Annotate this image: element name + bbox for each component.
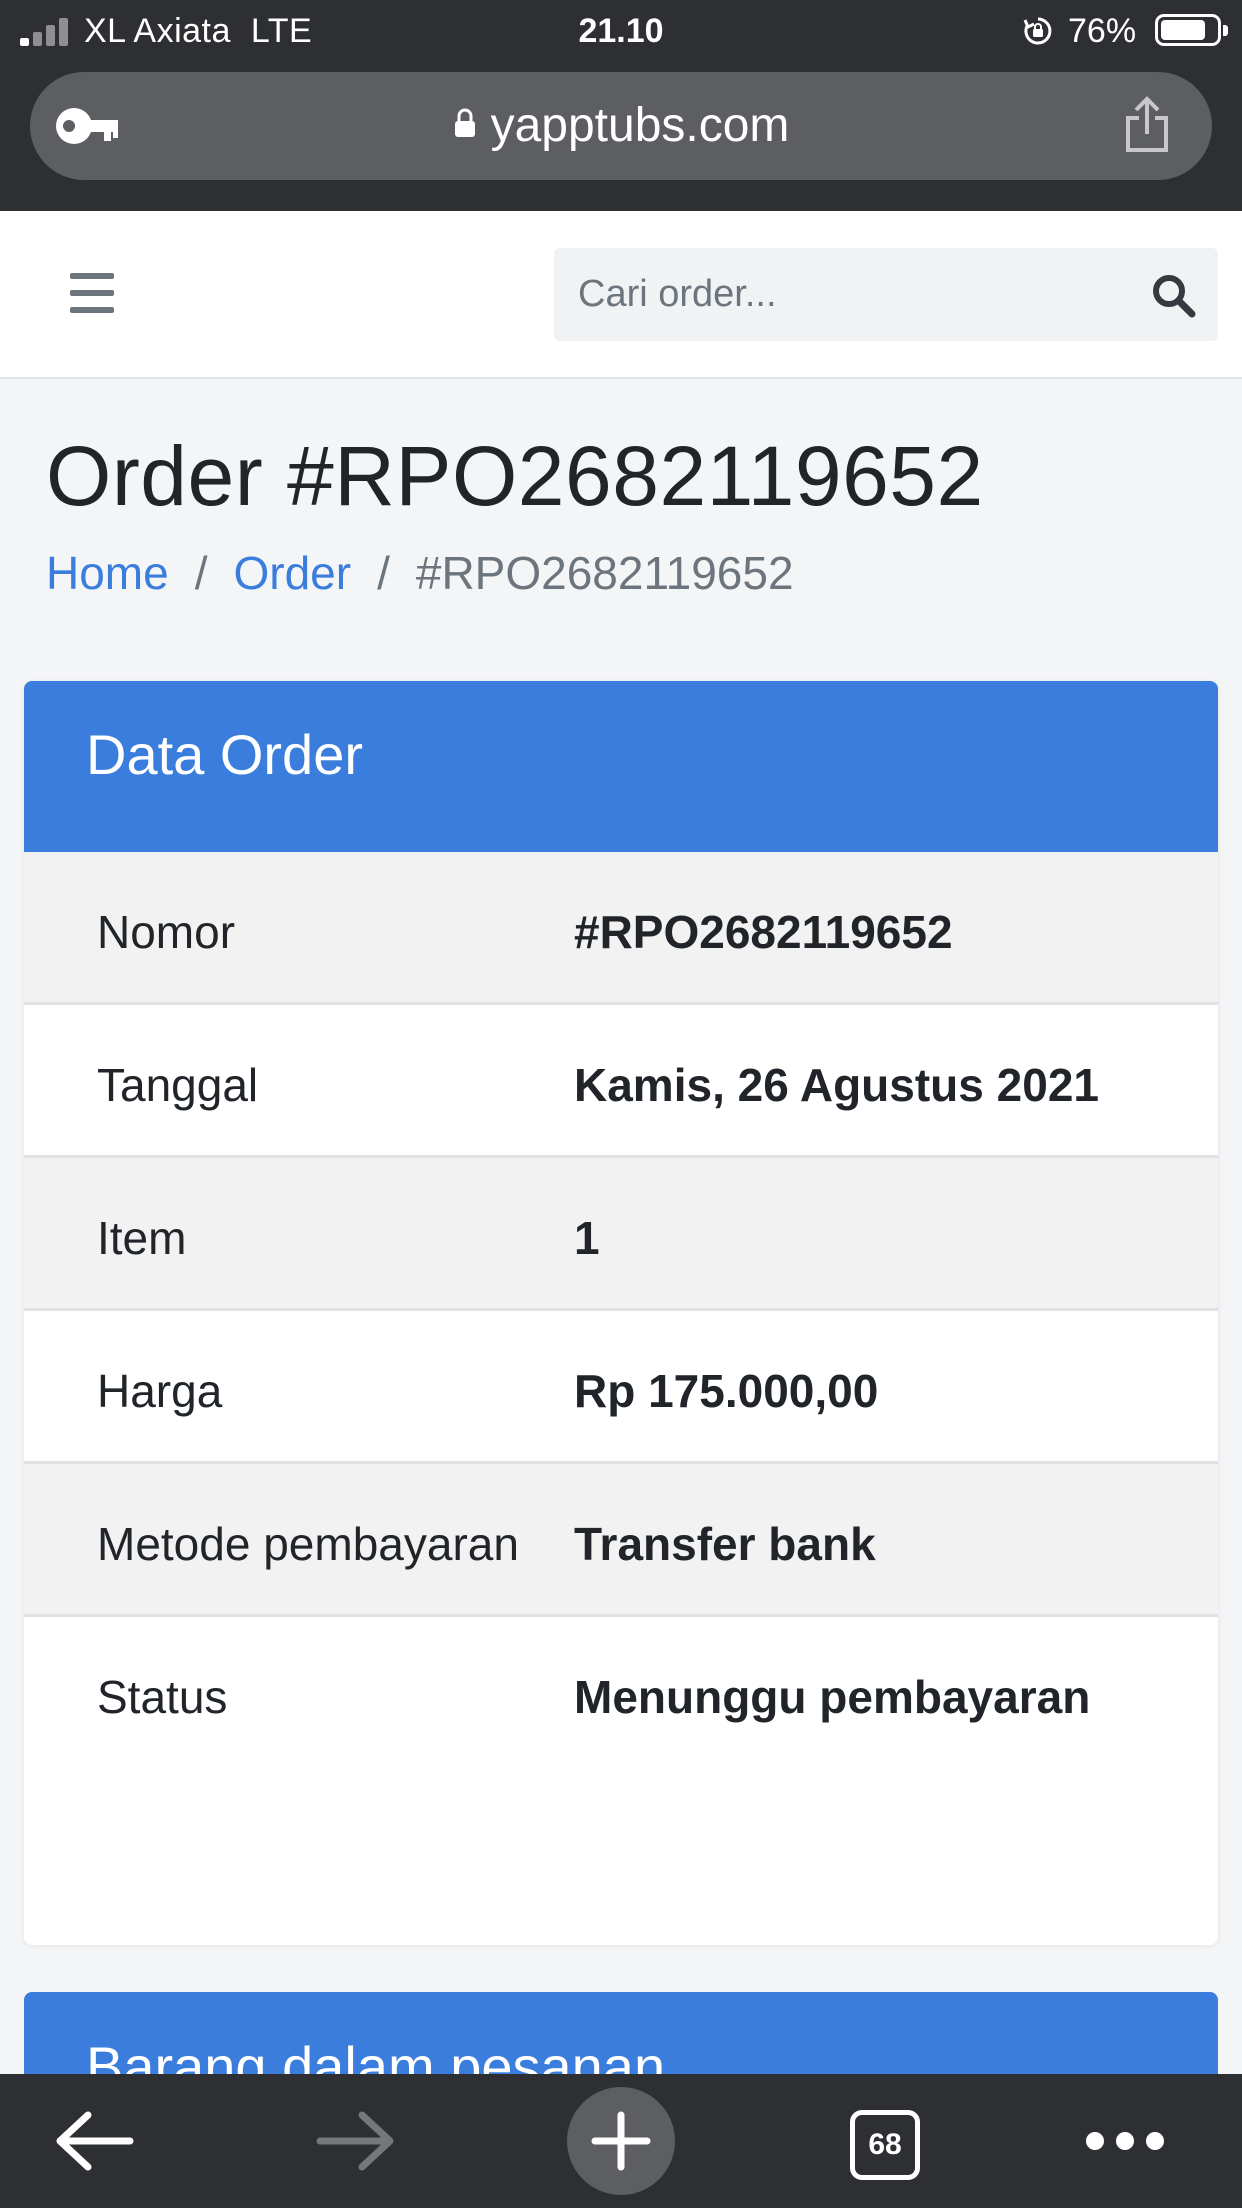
forward-arrow-icon[interactable]	[300, 2074, 410, 2208]
url-text: yapptubs.com	[490, 99, 790, 152]
order-data-card: Data Order Nomor #RPO2682119652 Tanggal …	[24, 681, 1218, 1945]
battery-icon	[1155, 14, 1228, 46]
share-icon[interactable]	[1122, 96, 1172, 154]
row-value-tanggal: Kamis, 26 Agustus 2021	[574, 1003, 1218, 1158]
table-row: Item 1	[24, 1156, 1218, 1311]
new-tab-plus-icon[interactable]	[566, 2074, 676, 2208]
table-row: Status Menunggu pembayaran	[24, 1616, 1218, 1768]
breadcrumb-home[interactable]: Home	[46, 547, 169, 599]
table-row: Metode pembayaran Transfer bank	[24, 1462, 1218, 1617]
row-label-item: Item	[24, 1156, 574, 1311]
row-label-metode: Metode pembayaran	[24, 1462, 574, 1617]
back-arrow-icon[interactable]	[40, 2074, 150, 2208]
row-label-nomor: Nomor	[24, 852, 574, 1005]
search-icon[interactable]	[1150, 272, 1196, 318]
row-value-item: 1	[574, 1156, 1218, 1311]
breadcrumb-separator: /	[377, 547, 390, 599]
row-label-status: Status	[97, 1671, 228, 1723]
row-value-metode: Transfer bank	[574, 1462, 1218, 1617]
table-row: Tanggal Kamis, 26 Agustus 2021	[24, 1003, 1218, 1158]
tabs-button[interactable]: 68	[840, 2074, 930, 2208]
rotation-lock-icon	[1023, 17, 1052, 45]
breadcrumb-order[interactable]: Order	[234, 547, 352, 599]
app-header	[0, 211, 1242, 379]
address-bar[interactable]: yapptubs.com	[30, 72, 1212, 180]
row-value-status: Menunggu pembayaran	[574, 1671, 1091, 1723]
table-row: Nomor #RPO2682119652	[24, 852, 1218, 1005]
breadcrumb-current: #RPO2682119652	[415, 547, 794, 599]
status-time: 21.10	[578, 12, 664, 50]
page-title: Order #RPO2682119652	[46, 429, 984, 523]
search-input[interactable]	[554, 248, 1114, 341]
order-data-table: Nomor #RPO2682119652 Tanggal Kamis, 26 A…	[24, 852, 1218, 1767]
status-bar: XL Axiata LTE 21.10 76%	[0, 0, 1242, 64]
breadcrumb-separator: /	[194, 547, 208, 599]
url-display[interactable]: yapptubs.com	[30, 72, 1212, 180]
row-value-harga: Rp 175.000,00	[574, 1309, 1218, 1464]
lock-icon	[454, 108, 475, 137]
search-box	[554, 248, 1218, 341]
order-card-title: Data Order	[24, 681, 1218, 852]
more-options-icon[interactable]	[1075, 2074, 1195, 2208]
row-label-harga: Harga	[24, 1309, 574, 1464]
battery-percentage: 76%	[1068, 12, 1137, 50]
browser-toolbar: 68	[0, 2074, 1242, 2208]
row-label-tanggal: Tanggal	[24, 1003, 574, 1158]
tab-count: 68	[850, 2110, 920, 2180]
browser-chrome-top: XL Axiata LTE 21.10 76% yapptubs.com	[0, 0, 1242, 211]
menu-toggle-icon[interactable]	[70, 273, 114, 313]
table-row: Harga Rp 175.000,00	[24, 1309, 1218, 1464]
breadcrumb: Home / Order / #RPO2682119652	[46, 546, 794, 600]
row-value-nomor: #RPO2682119652	[574, 852, 1218, 1005]
